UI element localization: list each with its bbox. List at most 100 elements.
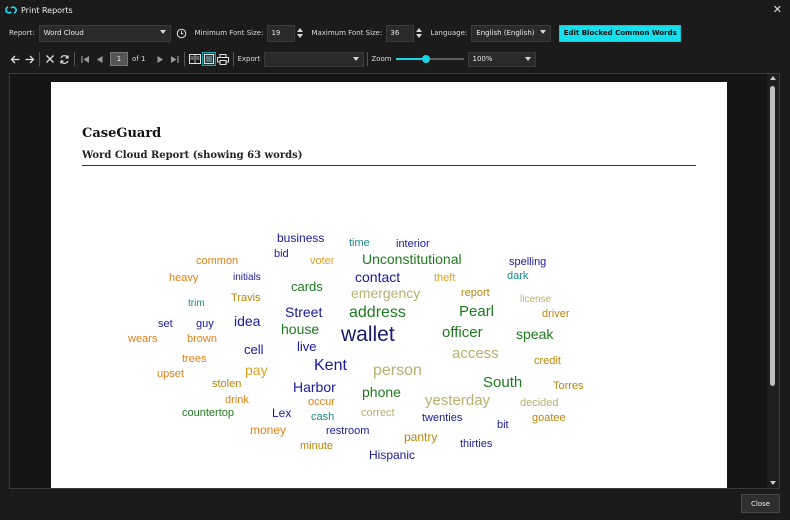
word-cloud-word: voter — [310, 255, 335, 267]
scroll-down-icon[interactable] — [770, 481, 776, 485]
word-cloud-word: officer — [442, 324, 483, 341]
language-select-value: English (English) — [476, 29, 535, 37]
stepper-up-icon[interactable] — [416, 28, 423, 32]
word-cloud-word: person — [373, 362, 422, 379]
word-cloud-word: contact — [355, 269, 401, 285]
history-clock-icon[interactable] — [175, 26, 189, 40]
report-title: CaseGuard — [82, 126, 162, 141]
report-viewer[interactable]: CaseGuard Word Cloud Report (showing 63 … — [9, 73, 780, 489]
word-cloud-word: spelling — [509, 256, 547, 268]
previous-page-icon[interactable] — [92, 52, 106, 66]
next-page-icon[interactable] — [153, 52, 167, 66]
edit-blocked-words-button[interactable]: Edit Blocked Common Words — [559, 24, 682, 42]
word-cloud-word: countertop — [182, 407, 234, 419]
report-subtitle: Word Cloud Report (showing 63 words) — [82, 150, 303, 161]
window-close-button[interactable]: ✕ — [773, 3, 782, 16]
report-select-value: Word Cloud — [43, 29, 84, 37]
word-cloud-word: South — [483, 374, 523, 391]
word-cloud-word: trim — [188, 298, 205, 309]
max-font-size-stepper[interactable]: 36 — [386, 24, 424, 42]
report-divider — [82, 165, 696, 166]
zoom-slider[interactable] — [395, 52, 464, 66]
scroll-up-icon[interactable] — [770, 76, 776, 80]
min-font-size-stepper[interactable]: 19 — [267, 24, 305, 42]
zoom-select[interactable]: 100% — [467, 51, 536, 67]
word-cloud-word: report — [461, 287, 490, 299]
max-font-size-label: Maximum Font Size: — [311, 29, 383, 37]
word-cloud-word: phone — [362, 384, 401, 400]
toolbar-divider — [233, 52, 235, 66]
word-cloud-word: Hispanic — [369, 448, 416, 462]
word-cloud-word: Pearl — [459, 303, 495, 320]
min-font-size-label: Minimum Font Size: — [194, 29, 264, 37]
report-options-bar: Report: Word Cloud Minimum Font Size: 19… — [0, 22, 790, 44]
word-cloud-word: access — [452, 345, 499, 362]
word-cloud-word: credit — [534, 355, 561, 367]
page-count-text: of 1 — [132, 55, 146, 63]
refresh-icon[interactable] — [57, 52, 71, 66]
stepper-arrows[interactable] — [414, 25, 424, 42]
word-cloud-word: Lex — [272, 406, 292, 420]
word-cloud-word: live — [297, 339, 317, 354]
word-cloud-word: correct — [361, 407, 395, 419]
print-icon[interactable] — [216, 52, 230, 66]
max-font-size-input[interactable]: 36 — [386, 24, 415, 42]
word-cloud-word: pantry — [404, 430, 438, 444]
export-label: Export — [237, 55, 261, 63]
word-cloud-word: common — [196, 255, 239, 267]
zoom-slider-thumb[interactable] — [422, 55, 431, 63]
word-cloud-word: heavy — [169, 272, 199, 284]
word-cloud-word: business — [277, 231, 325, 245]
word-cloud-word: theft — [434, 272, 456, 284]
word-cloud-word: initials — [233, 272, 261, 283]
word-cloud-word: Harbor — [293, 379, 336, 395]
back-icon[interactable] — [8, 52, 22, 66]
report-select[interactable]: Word Cloud — [38, 24, 171, 42]
stepper-up-icon[interactable] — [297, 28, 304, 32]
word-cloud-word: minute — [300, 440, 334, 452]
toolbar-divider — [184, 52, 186, 66]
page-number-input[interactable]: 1 — [110, 52, 128, 66]
word-cloud-word: emergency — [351, 285, 421, 301]
word-cloud-word: brown — [187, 333, 217, 345]
chevron-down-icon — [540, 29, 547, 34]
first-page-icon[interactable] — [78, 52, 92, 66]
scrollbar-thumb[interactable] — [770, 86, 775, 386]
word-cloud-word: guy — [196, 318, 214, 330]
word-cloud-word: twenties — [422, 412, 463, 424]
last-page-icon[interactable] — [167, 52, 181, 66]
word-cloud-word: occur — [308, 396, 335, 408]
word-cloud-word: restroom — [326, 425, 370, 437]
word-cloud-word: wallet — [341, 323, 395, 346]
report-label: Report: — [9, 29, 35, 37]
viewer-toolbar: 1 of 1 Export Zoom 100% — [0, 48, 790, 70]
word-cloud-word: speak — [516, 326, 554, 342]
word-cloud-word: upset — [157, 368, 184, 380]
stop-icon[interactable] — [43, 52, 57, 66]
word-cloud-word: Torres — [553, 380, 584, 392]
word-cloud-word: money — [250, 423, 287, 437]
min-font-size-input[interactable]: 19 — [267, 24, 296, 42]
word-cloud-word: Street — [285, 304, 323, 320]
close-button[interactable]: Close — [741, 494, 780, 513]
toolbar-divider — [367, 52, 369, 66]
report-page: CaseGuard Word Cloud Report (showing 63 … — [51, 82, 727, 488]
word-cloud-word: thirties — [460, 438, 493, 450]
stepper-down-icon[interactable] — [416, 34, 423, 38]
word-cloud-word: drink — [225, 394, 249, 406]
window-title: Print Reports — [21, 5, 73, 15]
word-cloud-word: house — [281, 321, 320, 337]
multi-page-view-icon[interactable] — [188, 52, 202, 66]
word-cloud-word: time — [349, 237, 370, 249]
word-cloud-word: driver — [542, 308, 570, 320]
forward-icon[interactable] — [22, 52, 36, 66]
stepper-arrows[interactable] — [295, 25, 305, 42]
language-select[interactable]: English (English) — [471, 24, 552, 42]
vertical-scrollbar[interactable] — [767, 74, 779, 488]
language-label: Language: — [430, 29, 468, 37]
single-page-view-icon[interactable] — [202, 52, 217, 66]
stepper-down-icon[interactable] — [297, 34, 304, 38]
export-select[interactable] — [264, 51, 365, 67]
window-titlebar: Print Reports ✕ — [0, 0, 790, 20]
toolbar-divider — [74, 52, 75, 66]
